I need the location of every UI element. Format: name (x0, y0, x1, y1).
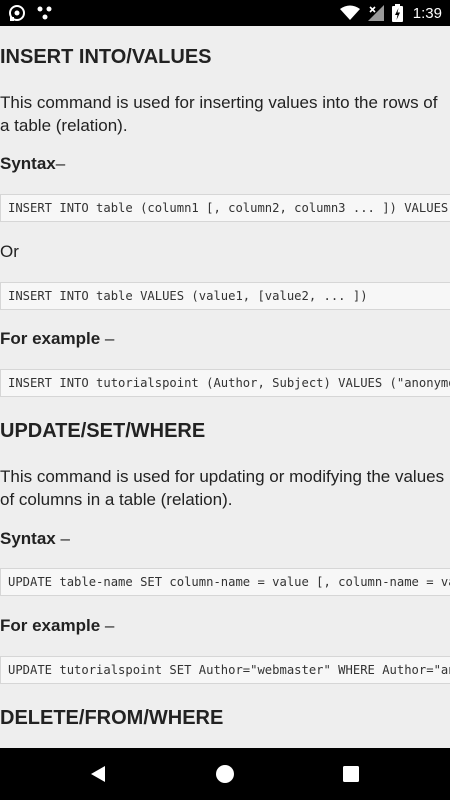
status-time: 1:39 (412, 4, 442, 22)
recents-button[interactable] (341, 764, 361, 784)
back-button[interactable] (88, 764, 108, 784)
code-block-insert-syntax[interactable]: INSERT INTO table (column1 [, column2, c… (0, 194, 450, 222)
section-title-update: UPDATE/SET/WHERE (0, 420, 206, 442)
section-title-delete: DELETE/FROM/WHERE (0, 707, 224, 729)
syntax-label-update: Syntax – (0, 529, 70, 549)
code-text: INSERT INTO tutorialspoint (Author, Subj… (8, 376, 450, 390)
article-content[interactable]: INSERT INTO/VALUES This command is used … (0, 26, 450, 748)
syntax-label-insert: Syntax– (0, 154, 65, 174)
code-block-update-example[interactable]: UPDATE tutorialspoint SET Author="webmas… (0, 656, 450, 684)
recents-icon (343, 766, 359, 782)
code-text: INSERT INTO table (column1 [, column2, c… (8, 201, 449, 215)
battery-charging-icon (391, 4, 403, 22)
app-dots-icon (37, 6, 52, 20)
example-label-text: For example (0, 616, 101, 635)
code-text: UPDATE table-name SET column-name = valu… (8, 575, 450, 589)
syntax-label-text: Syntax (0, 154, 56, 173)
syntax-label-suffix: – (55, 529, 70, 548)
signal-icon (367, 5, 384, 21)
syntax-label-text: Syntax (0, 529, 56, 548)
section-description-insert: This command is used for inserting value… (0, 93, 438, 135)
notification-icon (9, 5, 25, 21)
home-button[interactable] (215, 764, 235, 784)
example-label-insert: For example – (0, 329, 114, 349)
example-label-text: For example (0, 329, 101, 348)
code-block-insert-example[interactable]: INSERT INTO tutorialspoint (Author, Subj… (0, 369, 450, 397)
code-text: UPDATE tutorialspoint SET Author="webmas… (8, 663, 450, 677)
example-label-update: For example – (0, 616, 114, 636)
home-icon (216, 765, 234, 783)
wifi-icon (339, 5, 360, 20)
example-label-suffix: – (100, 616, 115, 635)
code-block-insert-alt[interactable]: INSERT INTO table VALUES (value1, [value… (0, 282, 450, 310)
back-icon (91, 766, 105, 782)
status-bar: 1:39 (0, 0, 450, 26)
status-right-icons: 1:39 (339, 3, 442, 23)
example-label-suffix: – (100, 329, 115, 348)
section-title-insert: INSERT INTO/VALUES (0, 46, 212, 68)
section-description-update: This command is used for updating or mod… (0, 467, 445, 509)
navigation-bar (0, 748, 450, 800)
code-block-update-syntax[interactable]: UPDATE table-name SET column-name = valu… (0, 568, 450, 596)
code-text: INSERT INTO table VALUES (value1, [value… (8, 289, 368, 303)
status-left-icons (8, 4, 54, 22)
syntax-label-suffix: – (55, 154, 66, 173)
or-label: Or (0, 242, 19, 261)
